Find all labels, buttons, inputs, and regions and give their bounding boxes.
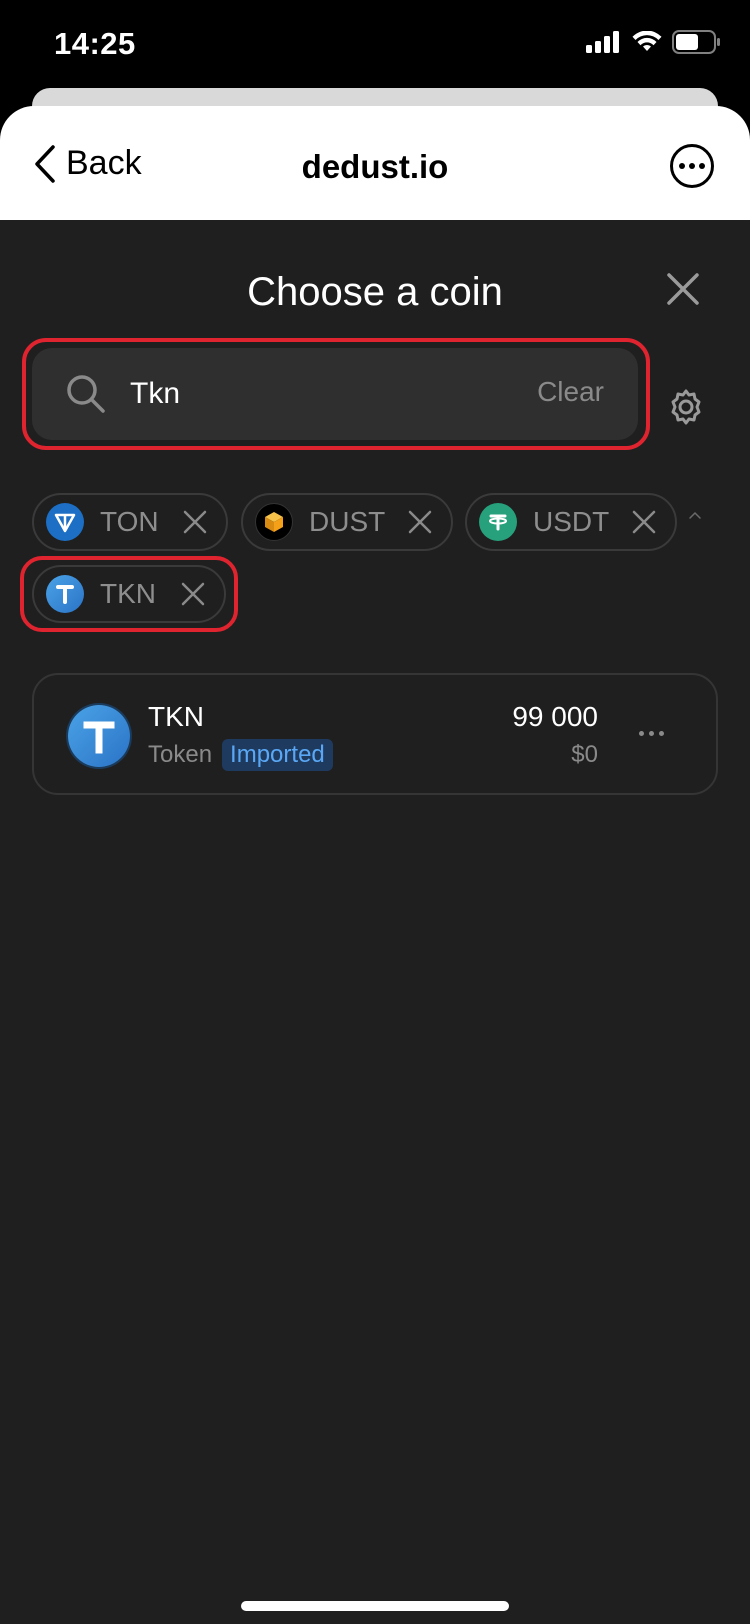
imported-badge: Imported: [222, 739, 333, 771]
search-icon: [67, 375, 105, 413]
remove-icon[interactable]: [180, 581, 206, 607]
token-balance: 99 000: [512, 701, 598, 732]
status-bar: 14:25: [0, 0, 750, 88]
token-subtitle: Token Imported: [148, 739, 333, 771]
status-time: 14:25: [54, 26, 136, 61]
dot-icon: [699, 163, 705, 169]
dot-icon: [689, 163, 695, 169]
dot-icon: [659, 731, 664, 736]
more-options-button[interactable]: [670, 144, 714, 188]
chip-label: USDT: [533, 506, 610, 537]
close-icon[interactable]: [666, 272, 700, 306]
battery-icon: [672, 30, 720, 54]
browser-header: Back dedust.io: [0, 106, 750, 220]
remove-icon[interactable]: [182, 509, 208, 535]
remove-icon[interactable]: [407, 509, 433, 535]
usdt-icon: [479, 503, 517, 541]
chip-label: TKN: [100, 578, 156, 609]
dot-icon: [679, 163, 685, 169]
status-icons: [586, 30, 722, 54]
token-usd-value: $0: [571, 741, 598, 768]
chip-ton[interactable]: TON: [32, 493, 228, 551]
search-box: Clear: [32, 348, 638, 440]
cellular-signal-icon: [586, 31, 619, 53]
dot-icon: [649, 731, 654, 736]
remove-icon[interactable]: [631, 509, 657, 535]
chip-dust[interactable]: DUST: [241, 493, 453, 551]
tkn-icon: [46, 575, 84, 613]
search-input[interactable]: [130, 368, 470, 420]
token-more-button[interactable]: [639, 731, 664, 736]
gear-icon[interactable]: [667, 388, 705, 426]
clear-button[interactable]: Clear: [537, 376, 604, 408]
dust-icon: [255, 503, 293, 541]
chip-label: TON: [100, 506, 159, 537]
dot-icon: [639, 731, 644, 736]
chip-label: DUST: [309, 506, 386, 537]
wifi-icon: [632, 31, 662, 51]
ton-icon: [46, 503, 84, 541]
chip-usdt[interactable]: USDT: [465, 493, 677, 551]
chevron-up-icon[interactable]: [688, 510, 702, 520]
token-row[interactable]: TKN Token Imported 99 000 $0: [32, 673, 718, 795]
tkn-icon: [68, 705, 130, 767]
chip-tkn[interactable]: TKN: [32, 565, 226, 623]
modal-title: Choose a coin: [247, 270, 503, 314]
home-indicator: [241, 1601, 509, 1611]
token-name: TKN: [148, 701, 204, 732]
coin-picker-modal: Choose a coin Clear TON: [0, 220, 750, 1624]
token-type: Token: [148, 741, 213, 768]
site-title: dedust.io: [301, 148, 449, 185]
